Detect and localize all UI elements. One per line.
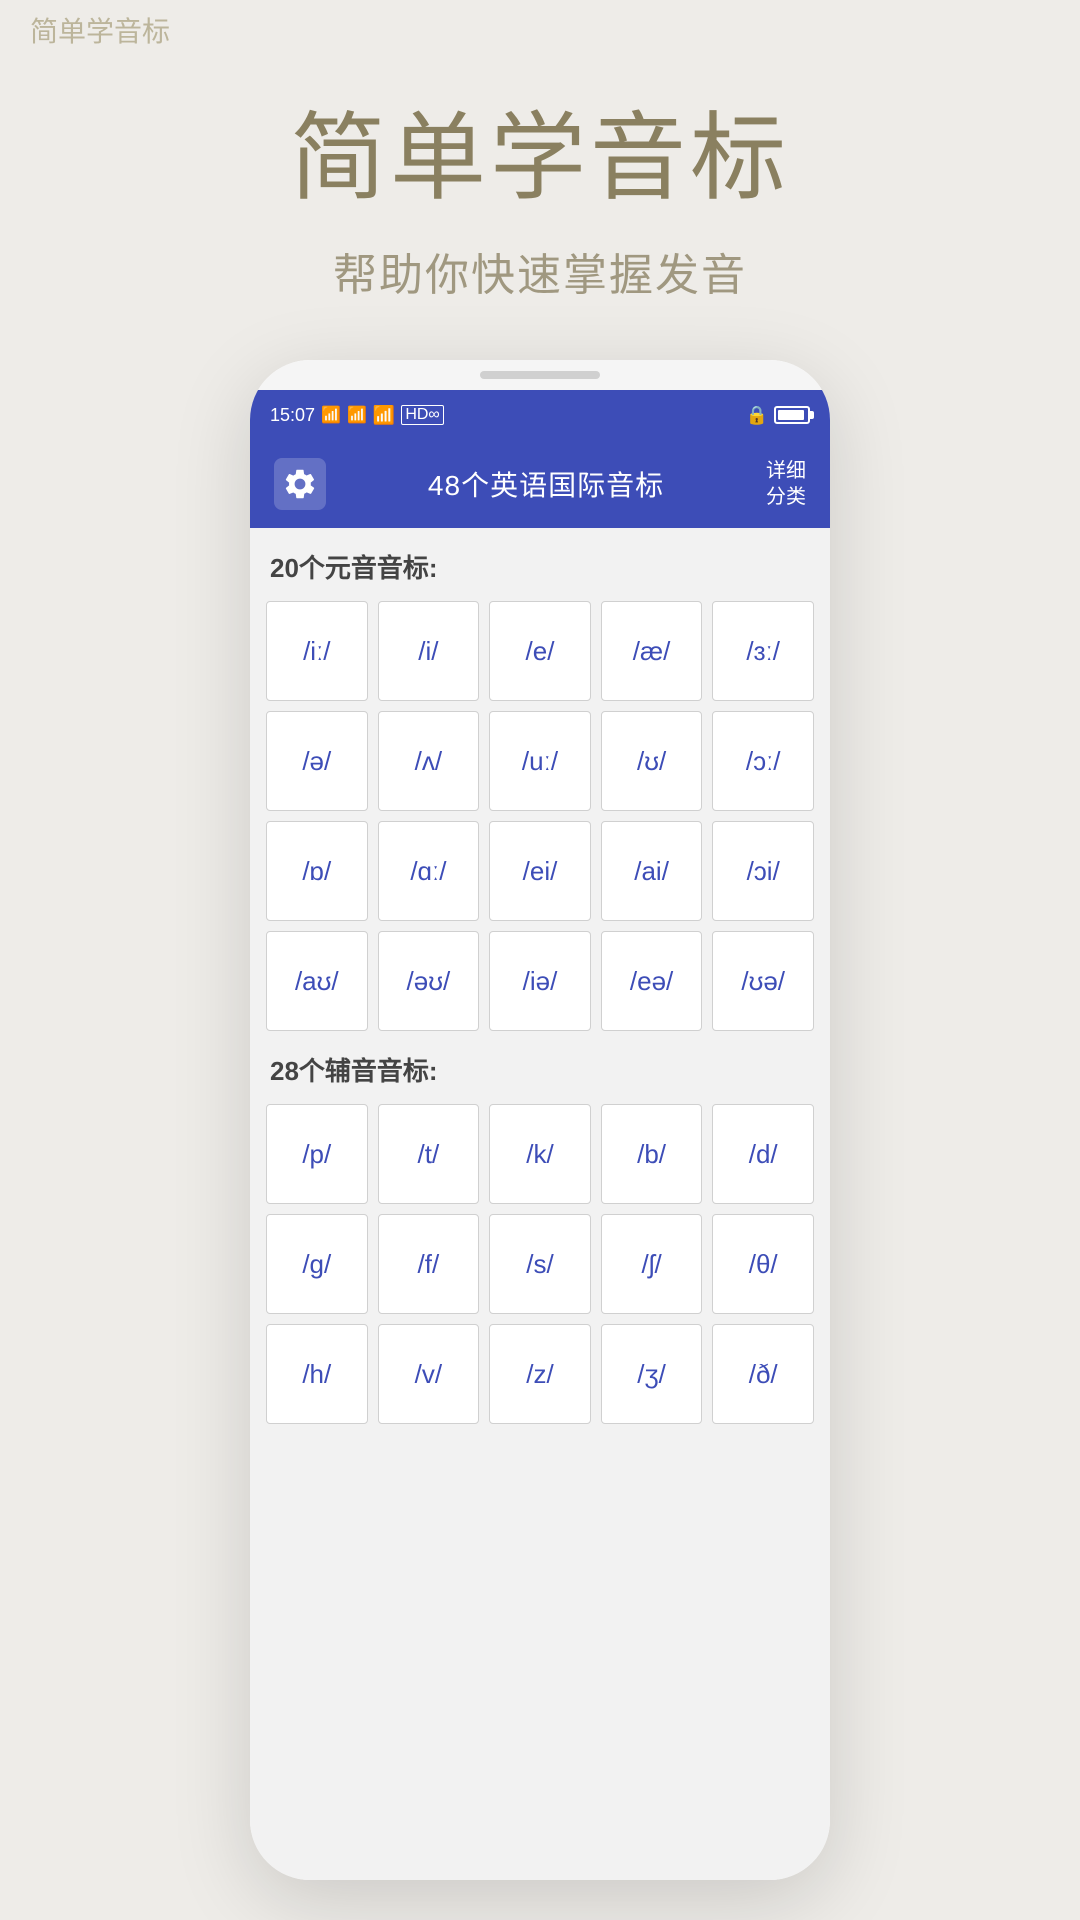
phone-mockup: 15:07 📶 📶 📶 HD∞ 🔒 48个英语国际音标 详细分类 20个元音音标…: [250, 360, 830, 1880]
status-left: 15:07 📶 📶 📶 HD∞: [270, 405, 444, 426]
phonetic-cell-b[interactable]: /b/: [601, 1104, 703, 1204]
main-subtitle: 帮助你快速掌握发音: [0, 239, 1080, 303]
phonetic-cell-h[interactable]: /h/: [266, 1324, 368, 1424]
phonetic-cell-k[interactable]: /k/: [489, 1104, 591, 1204]
battery-icon: [774, 406, 810, 424]
phonetic-cell-v[interactable]: /v/: [378, 1324, 480, 1424]
phone-content[interactable]: 20个元音音标: /iː/ /i/ /e/ /æ/ /ɜː/ /ə/ /ʌ/ /…: [250, 528, 830, 1880]
detail-classify-button[interactable]: 详细分类: [766, 458, 806, 510]
phonetic-cell-z[interactable]: /z/: [489, 1324, 591, 1424]
time-display: 15:07: [270, 405, 315, 426]
phonetic-cell-ʒ[interactable]: /ʒ/: [601, 1324, 703, 1424]
phonetic-cell-ʃ[interactable]: /ʃ/: [601, 1214, 703, 1314]
phonetic-cell-d[interactable]: /d/: [712, 1104, 814, 1204]
phonetic-cell-f[interactable]: /f/: [378, 1214, 480, 1314]
phonetic-cell-ʊə[interactable]: /ʊə/: [712, 931, 814, 1031]
phonetic-cell-e[interactable]: /e/: [489, 601, 591, 701]
phonetic-cell-ʊ[interactable]: /ʊ/: [601, 711, 703, 811]
phonetic-cell-ɒ[interactable]: /ɒ/: [266, 821, 368, 921]
app-bar: 48个英语国际音标 详细分类: [250, 440, 830, 528]
phonetic-cell-t[interactable]: /t/: [378, 1104, 480, 1204]
main-title: 简单学音标: [0, 80, 1080, 219]
phonetic-cell-iː[interactable]: /iː/: [266, 601, 368, 701]
battery-fill: [778, 410, 804, 420]
phonetic-cell-ɔi[interactable]: /ɔi/: [712, 821, 814, 921]
phonetic-cell-aʊ[interactable]: /aʊ/: [266, 931, 368, 1031]
phonetic-cell-ð[interactable]: /ð/: [712, 1324, 814, 1424]
top-header: 简单学音标: [0, 0, 1080, 60]
phonetic-cell-ai[interactable]: /ai/: [601, 821, 703, 921]
status-right: 🔒: [746, 405, 810, 426]
phonetic-cell-eə[interactable]: /eə/: [601, 931, 703, 1031]
hd-label: HD∞: [401, 405, 444, 425]
lock-icon: 🔒: [746, 405, 768, 426]
phonetic-cell-əʊ[interactable]: /əʊ/: [378, 931, 480, 1031]
phonetic-cell-ae[interactable]: /æ/: [601, 601, 703, 701]
phonetic-cell-s[interactable]: /s/: [489, 1214, 591, 1314]
phonetic-cell-uː[interactable]: /uː/: [489, 711, 591, 811]
app-bar-title: 48个英语国际音标: [428, 464, 664, 504]
vowels-section-title: 20个元音音标:: [266, 548, 814, 585]
consonants-grid: /p/ /t/ /k/ /b/ /d/ /g/ /f/ /s/ /ʃ/ /θ/ …: [266, 1104, 814, 1424]
phonetic-cell-i[interactable]: /i/: [378, 601, 480, 701]
phonetic-cell-iə[interactable]: /iə/: [489, 931, 591, 1031]
phonetic-cell-ʌ[interactable]: /ʌ/: [378, 711, 480, 811]
phonetic-cell-ə[interactable]: /ə/: [266, 711, 368, 811]
signal-icon: 📶: [321, 405, 341, 425]
consonants-section-title: 28个辅音音标:: [266, 1051, 814, 1088]
phone-notch-bar: [250, 360, 830, 390]
phonetic-cell-ɜː[interactable]: /ɜː/: [712, 601, 814, 701]
phonetic-cell-θ[interactable]: /θ/: [712, 1214, 814, 1314]
wifi-icon: 📶: [373, 405, 395, 426]
detail-classify-label: 详细分类: [766, 460, 806, 508]
phonetic-cell-ei[interactable]: /ei/: [489, 821, 591, 921]
main-title-section: 简单学音标 帮助你快速掌握发音: [0, 80, 1080, 303]
top-app-label: 简单学音标: [30, 10, 170, 50]
settings-button[interactable]: [274, 458, 326, 510]
phonetic-cell-g[interactable]: /g/: [266, 1214, 368, 1314]
phonetic-cell-p[interactable]: /p/: [266, 1104, 368, 1204]
phonetic-cell-ɑː[interactable]: /ɑː/: [378, 821, 480, 921]
status-bar: 15:07 📶 📶 📶 HD∞ 🔒: [250, 390, 830, 440]
phonetic-cell-ɔː[interactable]: /ɔː/: [712, 711, 814, 811]
phone-notch: [480, 371, 600, 379]
gear-icon: [282, 466, 318, 502]
vowels-grid: /iː/ /i/ /e/ /æ/ /ɜː/ /ə/ /ʌ/ /uː/ /ʊ/ /…: [266, 601, 814, 1031]
signal-icon2: 📶: [347, 405, 367, 425]
